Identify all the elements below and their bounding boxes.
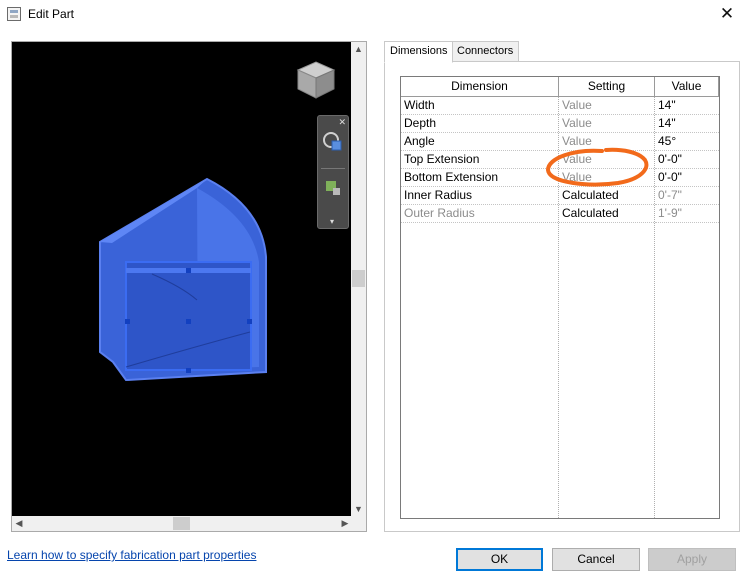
scroll-up-icon[interactable]: ▲ (351, 42, 366, 56)
cell-value[interactable]: 14" (655, 97, 719, 115)
ok-button[interactable]: OK (456, 548, 543, 571)
scroll-thumb[interactable] (352, 270, 365, 287)
cell-setting[interactable]: Value (559, 133, 654, 151)
cell-value[interactable]: 0'-7" (655, 187, 719, 205)
grip-point[interactable] (186, 268, 191, 273)
table-row[interactable]: Width Value 14" (401, 97, 719, 115)
tab-dimensions[interactable]: Dimensions (384, 41, 454, 63)
zoom-icon[interactable] (325, 180, 341, 196)
table-row[interactable]: Angle Value 45° (401, 133, 719, 151)
cell-dimension: Inner Radius (401, 187, 558, 205)
cell-setting[interactable]: Value (559, 169, 654, 187)
cell-value[interactable]: 45° (655, 133, 719, 151)
cancel-button[interactable]: Cancel (552, 548, 640, 571)
cell-dimension: Depth (401, 115, 558, 133)
preview-canvas[interactable]: ✕ ▾ (12, 42, 352, 516)
close-icon[interactable]: ✕ (715, 3, 739, 25)
column-header-setting[interactable]: Setting (559, 77, 655, 97)
cell-setting[interactable]: Value (559, 115, 654, 133)
dimensions-panel: Dimension Setting Value Width Value 14" Dep… (384, 61, 740, 532)
table-row[interactable]: Bottom Extension Value 0'-0" (401, 169, 719, 187)
cell-dimension: Outer Radius (401, 205, 558, 223)
tab-connectors[interactable]: Connectors (451, 41, 520, 62)
grip-point[interactable] (186, 319, 191, 324)
scroll-down-icon[interactable]: ▼ (351, 502, 366, 516)
navigation-bar[interactable]: ✕ ▾ (317, 115, 349, 229)
grip-point[interactable] (186, 368, 191, 373)
apply-button[interactable]: Apply (648, 548, 736, 571)
close-icon[interactable]: ✕ (338, 117, 346, 128)
title-bar: Edit Part ✕ (0, 0, 743, 30)
cell-setting[interactable]: Calculated (559, 205, 654, 223)
scroll-right-icon[interactable]: ▶ (338, 516, 352, 531)
scroll-corner (351, 516, 366, 531)
cell-value[interactable]: 0'-0" (655, 169, 719, 187)
table-row[interactable]: Depth Value 14" (401, 115, 719, 133)
grip-point[interactable] (247, 319, 252, 324)
scroll-thumb[interactable] (173, 517, 190, 530)
cell-setting[interactable]: Calculated (559, 187, 654, 205)
help-link[interactable]: Learn how to specify fabrication part pr… (7, 548, 256, 562)
column-header-value[interactable]: Value (655, 77, 719, 97)
cell-dimension: Angle (401, 133, 558, 151)
table-row[interactable]: Inner Radius Calculated 0'-7" (401, 187, 719, 205)
table-row[interactable]: Outer Radius Calculated 1'-9" (401, 205, 719, 223)
grip-point[interactable] (125, 319, 130, 324)
cell-dimension: Width (401, 97, 558, 115)
cell-dimension: Top Extension (401, 151, 558, 169)
cell-setting[interactable]: Value (559, 97, 654, 115)
duct-elbow-model (99, 177, 267, 382)
part-preview-viewport[interactable]: ✕ ▾ ▲ ▼ ◀ ▶ (11, 41, 367, 532)
cell-value[interactable]: 14" (655, 115, 719, 133)
navbar-separator (321, 168, 345, 169)
column-header-dimension[interactable]: Dimension (401, 77, 559, 97)
vertical-scrollbar[interactable]: ▲ ▼ (351, 42, 366, 516)
viewcube-icon[interactable] (294, 56, 338, 100)
window-title: Edit Part (28, 7, 75, 21)
dimensions-grid: Dimension Setting Value Width Value 14" Dep… (400, 76, 720, 519)
cell-setting[interactable]: Value (559, 151, 654, 169)
horizontal-scrollbar[interactable]: ◀ ▶ (12, 516, 352, 531)
chevron-down-icon[interactable]: ▾ (330, 217, 334, 226)
app-window-icon (7, 7, 21, 21)
cell-dimension: Bottom Extension (401, 169, 558, 187)
elbow-front-face (125, 261, 252, 371)
cell-value[interactable]: 0'-0" (655, 151, 719, 169)
grid-header: Dimension Setting Value (401, 77, 719, 97)
scroll-left-icon[interactable]: ◀ (12, 516, 26, 531)
table-row[interactable]: Top Extension Value 0'-0" (401, 151, 719, 169)
steering-wheel-icon[interactable] (323, 132, 343, 152)
cell-value[interactable]: 1'-9" (655, 205, 719, 223)
